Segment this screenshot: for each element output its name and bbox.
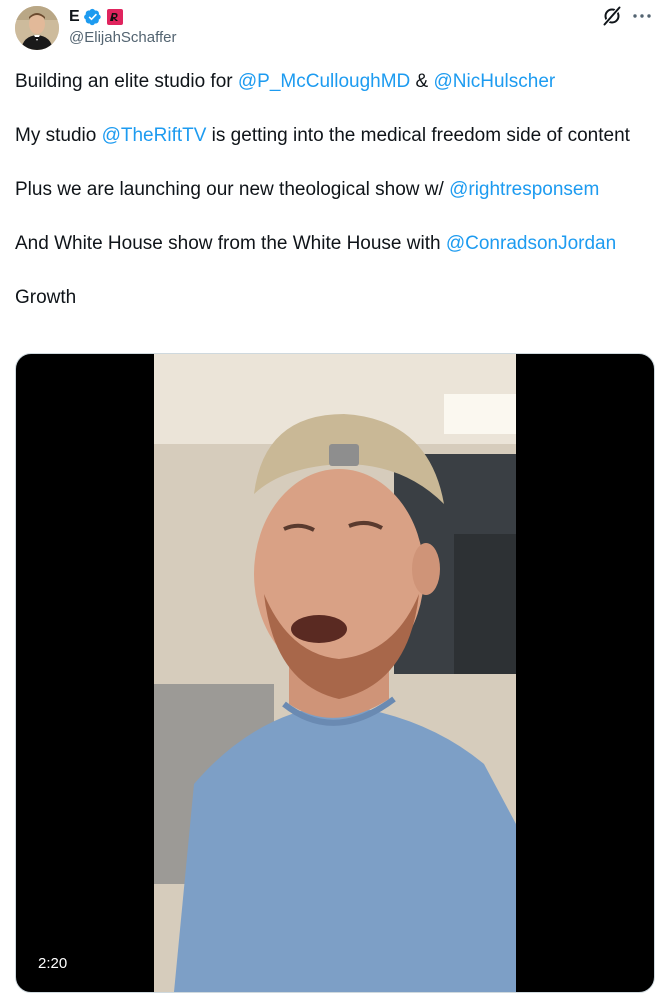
text-span: My studio bbox=[15, 125, 102, 146]
video-duration: 2:20 bbox=[30, 952, 76, 976]
author-display-name[interactable]: E bbox=[69, 8, 80, 26]
mention-link[interactable]: @rightresponsem bbox=[449, 179, 599, 200]
text-span: & bbox=[410, 71, 434, 92]
text-span: And White House show from the White Hous… bbox=[15, 233, 446, 254]
text-span: is getting into the medical freedom side… bbox=[206, 125, 630, 146]
tweet-paragraph-3: Plus we are launching our new theologica… bbox=[15, 176, 645, 203]
text-span: Building an elite studio for bbox=[15, 71, 238, 92]
video-frame bbox=[154, 354, 516, 992]
video-player[interactable]: 2:20 bbox=[15, 353, 655, 993]
tweet-paragraph-4: And White House show from the White Hous… bbox=[15, 230, 645, 257]
text-span: Plus we are launching our new theologica… bbox=[15, 179, 450, 200]
tweet-paragraph-2: My studio @TheRiftTV is getting into the… bbox=[15, 122, 645, 149]
affiliate-badge-icon[interactable] bbox=[106, 8, 124, 26]
tweet-text: Building an elite studio for @P_McCullou… bbox=[15, 68, 645, 338]
grok-icon[interactable] bbox=[600, 4, 624, 28]
mention-link[interactable]: @TheRiftTV bbox=[102, 125, 207, 146]
mention-link[interactable]: @ConradsonJordan bbox=[446, 233, 616, 254]
more-options-icon[interactable] bbox=[630, 4, 654, 28]
mention-link[interactable]: @P_McCulloughMD bbox=[238, 71, 410, 92]
mention-link[interactable]: @NicHulscher bbox=[434, 71, 556, 92]
tweet-paragraph-1: Building an elite studio for @P_McCullou… bbox=[15, 68, 645, 95]
author-name-row: E bbox=[69, 6, 124, 28]
author-avatar[interactable] bbox=[15, 6, 59, 50]
verified-badge-icon[interactable] bbox=[83, 8, 102, 26]
author-handle[interactable]: @ElijahSchaffer bbox=[69, 29, 177, 46]
tweet: E @ElijahSchaffer Building an elite stud… bbox=[0, 0, 665, 1000]
tweet-paragraph-5: Growth bbox=[15, 287, 77, 308]
avatar-image bbox=[15, 6, 59, 50]
